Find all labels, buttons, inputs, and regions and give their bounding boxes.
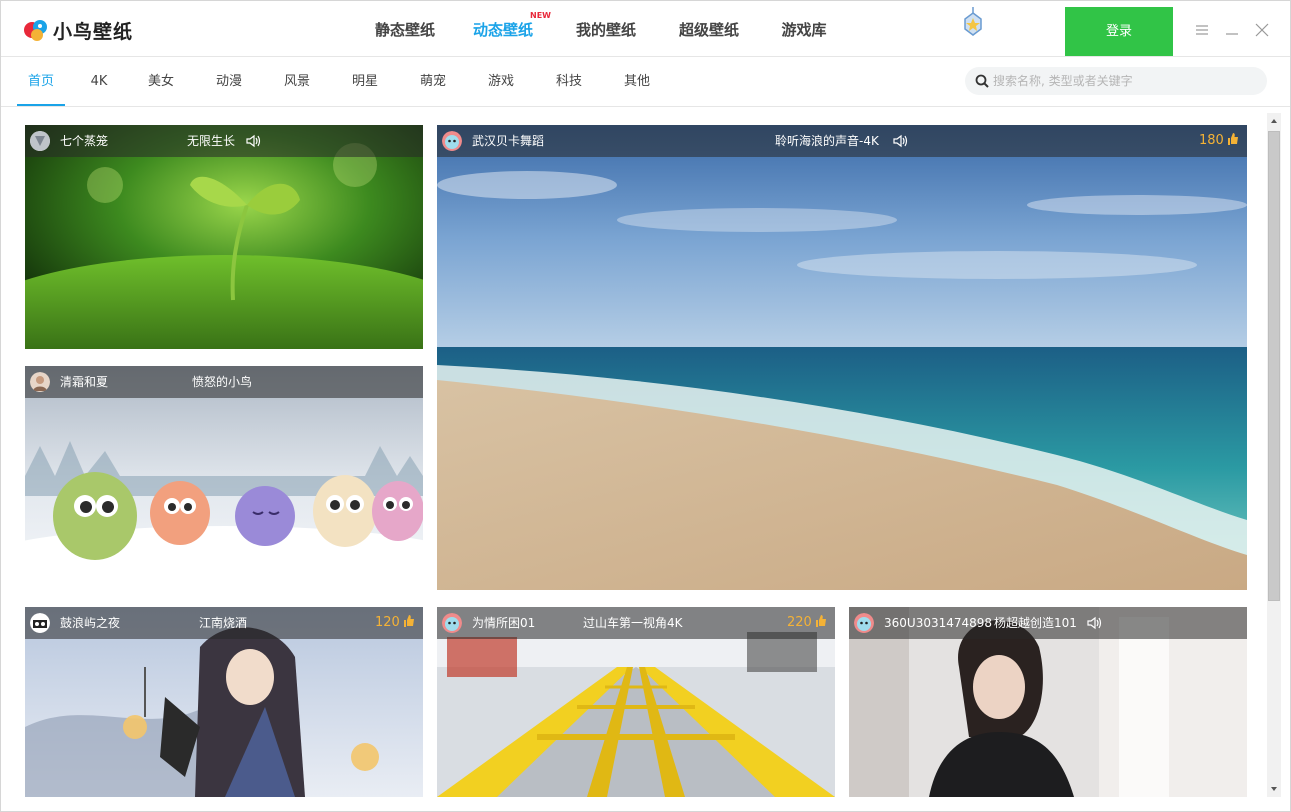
wallpaper-title: 杨超越创造101 (994, 616, 1077, 630)
wallpaper-card[interactable]: 360U3031474898 杨超越创造101 (849, 607, 1247, 797)
wallpaper-card[interactable]: 清霜和夏 愤怒的小鸟 (25, 366, 423, 590)
minimize-icon[interactable] (1225, 23, 1239, 37)
author-name[interactable]: 七个蒸笼 (60, 125, 108, 157)
wallpaper-card[interactable]: 为情所困01 过山车第一视角4K 220 (437, 607, 835, 797)
birds-thumbnail (25, 366, 423, 590)
beach-thumbnail (437, 125, 1247, 590)
card-info-bar: 武汉贝卡舞蹈 聆听海浪的声音-4K 180 (437, 125, 1247, 157)
nav-super-wallpaper[interactable]: 超级壁纸 (665, 1, 753, 57)
tab-tech[interactable]: 科技 (549, 57, 589, 107)
seedling-thumbnail (25, 125, 423, 349)
user-avatar[interactable] (30, 131, 50, 151)
tab-pets[interactable]: 萌宠 (413, 57, 453, 107)
wallpaper-title: 无限生长 (187, 134, 236, 148)
author-name[interactable]: 360U3031474898 (884, 607, 992, 639)
wallpaper-title: 聆听海浪的声音-4K (775, 134, 879, 148)
wallpaper-card[interactable]: 武汉贝卡舞蹈 聆听海浪的声音-4K 180 (437, 125, 1247, 590)
likes-count[interactable]: 120 (375, 607, 415, 639)
author-name[interactable]: 武汉贝卡舞蹈 (472, 125, 544, 157)
nav-label: 我的壁纸 (575, 21, 636, 39)
app-window: 小鸟壁纸 静态壁纸 动态壁纸 NEW 我的壁纸 超级壁纸 游戏库 登录 首页 4… (0, 0, 1291, 812)
wallpaper-card[interactable]: 七个蒸笼 无限生长 (25, 125, 423, 349)
bird-logo-icon (24, 20, 47, 41)
scrollbar-thumb[interactable] (1268, 131, 1280, 601)
wallpaper-card[interactable]: 鼓浪屿之夜 江南烧酒 120 (25, 607, 423, 797)
menu-icon[interactable] (1195, 23, 1209, 37)
thumbs-up-icon (403, 615, 414, 627)
close-icon[interactable] (1255, 23, 1269, 37)
card-info-bar: 清霜和夏 愤怒的小鸟 (25, 366, 423, 398)
app-name: 小鸟壁纸 (53, 20, 134, 43)
search-box (965, 67, 1267, 95)
likes-count[interactable]: 220 (787, 607, 827, 639)
active-tab-indicator (17, 104, 65, 106)
tab-celebrity[interactable]: 明星 (345, 57, 385, 107)
card-info-bar: 为情所困01 过山车第一视角4K 220 (437, 607, 835, 639)
search-input[interactable] (993, 67, 1259, 95)
likes-count[interactable]: 180 (1199, 125, 1239, 157)
nav-static-wallpaper[interactable]: 静态壁纸 (351, 1, 459, 57)
wallpaper-title: 江南烧酒 (199, 616, 248, 630)
author-name[interactable]: 鼓浪屿之夜 (60, 607, 120, 639)
nav-label: 超级壁纸 (678, 21, 739, 39)
user-avatar[interactable] (854, 613, 874, 633)
vertical-scrollbar[interactable] (1267, 113, 1281, 797)
tab-4k[interactable]: 4K (81, 57, 117, 107)
tab-games[interactable]: 游戏 (481, 57, 521, 107)
scroll-up-icon[interactable] (1267, 113, 1281, 129)
wallpaper-grid: 七个蒸笼 无限生长 武汉贝卡舞蹈 聆听海浪的声音-4K 180 清霜和夏 愤怒的… (1, 107, 1290, 811)
nav-game-library[interactable]: 游戏库 (753, 1, 855, 57)
user-avatar[interactable] (442, 131, 462, 151)
sound-icon[interactable] (245, 133, 261, 149)
wallpaper-title: 愤怒的小鸟 (192, 375, 253, 389)
likes-number: 180 (1199, 133, 1224, 148)
login-button[interactable]: 登录 (1065, 7, 1173, 56)
top-bar: 小鸟壁纸 静态壁纸 动态壁纸 NEW 我的壁纸 超级壁纸 游戏库 登录 (1, 1, 1290, 57)
card-info-bar: 鼓浪屿之夜 江南烧酒 120 (25, 607, 423, 639)
likes-number: 220 (787, 615, 812, 630)
nav-my-wallpaper[interactable]: 我的壁纸 (547, 1, 665, 57)
user-avatar[interactable] (30, 372, 50, 392)
tab-scenery[interactable]: 风景 (277, 57, 317, 107)
nav-label: 静态壁纸 (374, 21, 435, 39)
thumbs-up-icon (1227, 133, 1238, 145)
scroll-down-icon[interactable] (1267, 781, 1281, 797)
tab-other[interactable]: 其他 (617, 57, 657, 107)
main-nav: 静态壁纸 动态壁纸 NEW 我的壁纸 超级壁纸 游戏库 (351, 1, 855, 57)
nav-label: 动态壁纸 (472, 21, 533, 39)
tab-home[interactable]: 首页 (17, 57, 65, 107)
likes-number: 120 (375, 615, 400, 630)
app-logo[interactable]: 小鸟壁纸 (23, 15, 133, 45)
sound-icon[interactable] (892, 133, 908, 149)
tab-beauty[interactable]: 美女 (141, 57, 181, 107)
author-name[interactable]: 清霜和夏 (60, 366, 108, 398)
sound-icon[interactable] (1086, 615, 1102, 631)
thumbs-up-icon (815, 615, 826, 627)
user-avatar[interactable] (30, 613, 50, 633)
card-info-bar: 七个蒸笼 无限生长 (25, 125, 423, 157)
search-icon[interactable] (975, 74, 989, 88)
card-info-bar: 360U3031474898 杨超越创造101 (849, 607, 1247, 639)
nav-live-wallpaper[interactable]: 动态壁纸 NEW (459, 1, 551, 57)
user-avatar[interactable] (442, 613, 462, 633)
author-name[interactable]: 为情所困01 (472, 607, 535, 639)
wallpaper-title: 过山车第一视角4K (583, 616, 683, 630)
nav-label: 游戏库 (781, 21, 827, 39)
medal-icon[interactable] (961, 7, 985, 39)
tab-anime[interactable]: 动漫 (209, 57, 249, 107)
